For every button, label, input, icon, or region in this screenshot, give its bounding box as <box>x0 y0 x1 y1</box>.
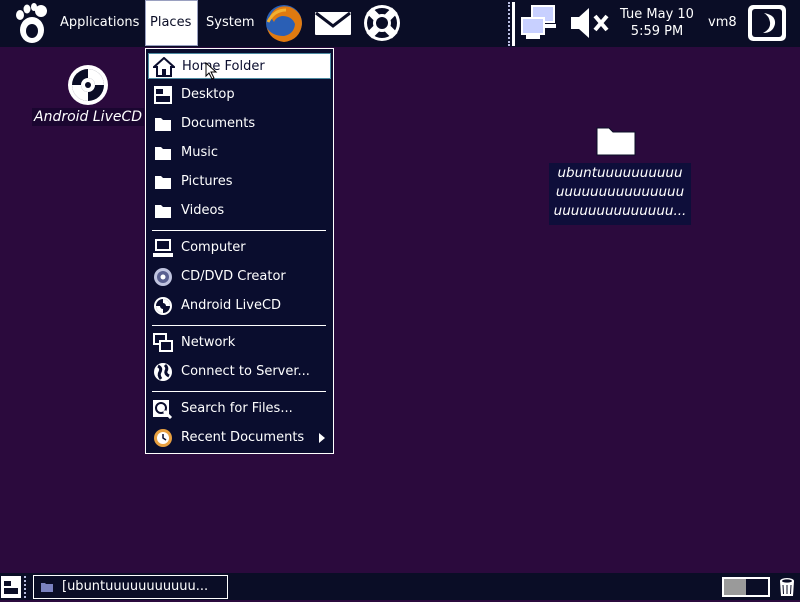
menu-item-label: Android LiveCD <box>181 298 282 313</box>
top-panel: Applications Places System Tue May 10 5:… <box>0 0 800 47</box>
menu-separator <box>152 230 326 231</box>
menu-item-label: Home Folder <box>182 59 265 74</box>
menu-item-label: Network <box>181 335 236 350</box>
menu-item-label: Desktop <box>181 87 235 102</box>
menu-item-pictures[interactable]: Pictures <box>148 169 331 195</box>
menu-item-documents[interactable]: Documents <box>148 111 331 137</box>
show-desktop-glyph <box>4 581 18 594</box>
clock[interactable]: Tue May 10 5:59 PM <box>612 6 702 40</box>
mouse-cursor-icon <box>205 62 218 80</box>
home-icon <box>153 57 175 77</box>
places-menu-button[interactable]: Places <box>145 0 198 46</box>
menu-item-label: Videos <box>181 203 225 218</box>
menu-item-videos[interactable]: Videos <box>148 198 331 224</box>
mail-icon[interactable] <box>311 2 355 44</box>
help-lifebuoy-icon[interactable] <box>360 2 404 44</box>
menu-item-connect-to-server[interactable]: Connect to Server... <box>148 359 331 385</box>
folder-icon <box>155 118 171 131</box>
folder-icon <box>155 205 171 218</box>
network-icon[interactable] <box>518 2 562 44</box>
folder-icon <box>41 583 53 592</box>
taskbar-window-button[interactable]: [ubuntuuuuuuuuuuu... <box>33 575 228 599</box>
menu-item-cd-dvd-creator[interactable]: CD/DVD Creator <box>148 264 331 290</box>
menu-item-android-livecd[interactable]: Android LiveCD <box>148 293 331 319</box>
desktop-icon <box>154 86 172 104</box>
places-dropdown-menu: Home Folder Desktop Documents Music Pict… <box>145 48 334 454</box>
menu-item-label: Computer <box>181 240 246 255</box>
show-desktop-icon[interactable] <box>1 576 21 598</box>
bottom-panel: [ubuntuuuuuuuuuuu... <box>0 573 800 600</box>
menu-item-network[interactable]: Network <box>148 330 331 356</box>
menu-item-label: CD/DVD Creator <box>181 269 286 284</box>
submenu-arrow-icon <box>319 433 325 443</box>
menu-item-music[interactable]: Music <box>148 140 331 166</box>
taskbar-window-label: [ubuntuuuuuuuuuuu... <box>62 579 209 594</box>
clock-date: Tue May 10 <box>620 7 694 22</box>
menu-item-label: Connect to Server... <box>181 364 310 379</box>
panel-handle[interactable] <box>24 576 32 598</box>
menu-separator <box>152 391 326 392</box>
cd-disc-icon <box>154 297 172 315</box>
firefox-icon[interactable] <box>262 2 306 44</box>
folder-icon <box>155 147 171 160</box>
network-icon <box>153 333 173 352</box>
clock-time: 5:59 PM <box>630 24 684 39</box>
system-menu[interactable]: System <box>202 0 258 46</box>
workspace-switcher[interactable] <box>722 577 770 597</box>
logout-moon-icon[interactable] <box>745 2 789 44</box>
cd-disc-icon[interactable] <box>66 63 110 107</box>
clock-icon <box>154 429 172 447</box>
menu-item-label: Search for Files... <box>181 401 293 416</box>
search-icon <box>153 400 173 419</box>
user-name[interactable]: vm8 <box>708 0 737 46</box>
menu-item-label: Documents <box>181 116 256 131</box>
menu-item-home-folder[interactable]: Home Folder <box>148 53 331 80</box>
volume-muted-icon[interactable] <box>567 2 611 44</box>
menu-item-label: Recent Documents <box>181 430 305 445</box>
folder-icon[interactable] <box>595 122 637 158</box>
menu-item-recent-documents[interactable]: Recent Documents <box>148 425 331 451</box>
applications-menu[interactable]: Applications <box>56 0 143 46</box>
gnome-foot-icon[interactable] <box>12 2 52 44</box>
menu-item-label: Music <box>181 145 218 160</box>
android-livecd-desktop-label[interactable]: Android LiveCD <box>32 108 145 126</box>
panel-handle[interactable] <box>508 2 516 46</box>
cd-burner-icon <box>154 268 172 286</box>
menu-separator <box>152 325 326 326</box>
menu-item-search-for-files[interactable]: Search for Files... <box>148 396 331 422</box>
globe-icon <box>154 363 172 381</box>
trash-icon[interactable] <box>777 576 797 598</box>
folder-icon <box>155 176 171 189</box>
menu-item-computer[interactable]: Computer <box>148 235 331 261</box>
menu-item-desktop[interactable]: Desktop <box>148 82 331 108</box>
ubuntu-folder-label[interactable]: ubuntuuuuuuuuuu uuuuuuuuuuuuuuu uuuuuuuu… <box>549 163 691 225</box>
computer-icon <box>153 239 173 257</box>
menu-item-label: Pictures <box>181 174 233 189</box>
workspace-1[interactable] <box>724 579 746 595</box>
